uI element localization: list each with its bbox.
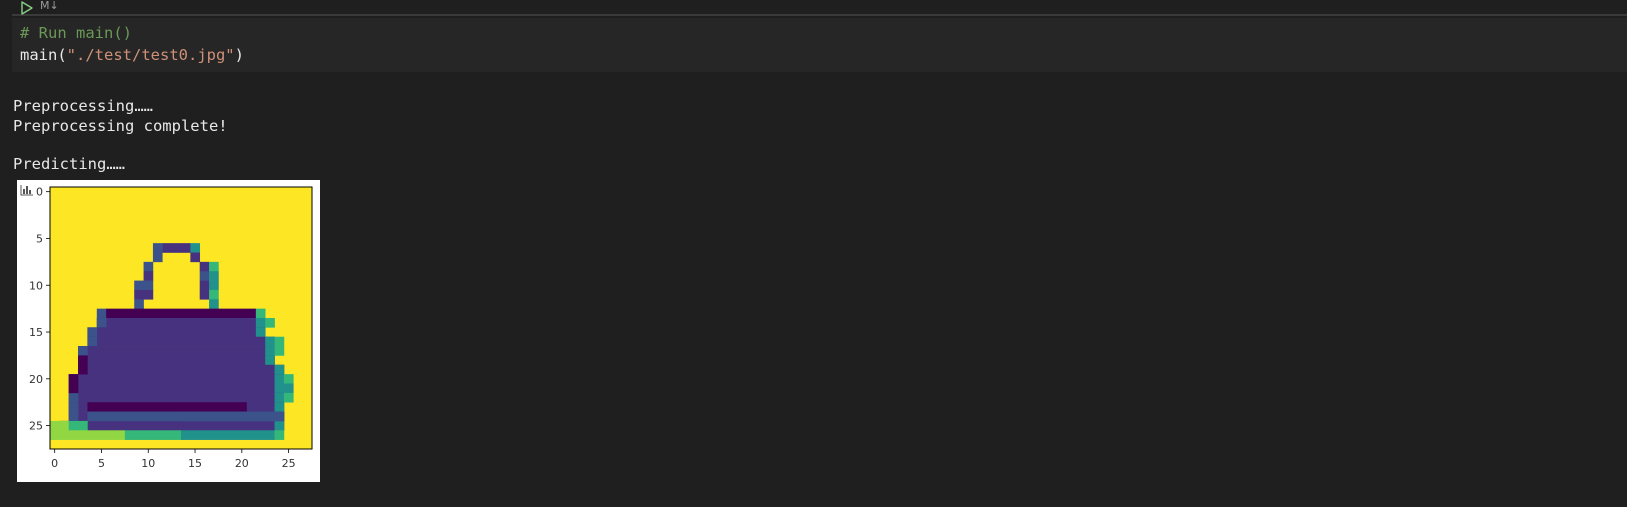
image-pixel bbox=[68, 374, 79, 394]
y-tick-label: 25 bbox=[29, 420, 43, 433]
image-pixel bbox=[255, 308, 266, 319]
y-tick-label: 10 bbox=[29, 279, 43, 292]
image-pixel bbox=[87, 402, 247, 412]
image-pixel bbox=[209, 299, 219, 309]
chart-icon[interactable] bbox=[20, 184, 34, 196]
image-pixel bbox=[199, 280, 210, 291]
run-triangle-icon[interactable] bbox=[20, 0, 34, 15]
image-pixel bbox=[274, 383, 285, 394]
image-pixel bbox=[265, 355, 275, 366]
image-pixel bbox=[87, 336, 98, 347]
image-pixel bbox=[78, 355, 275, 366]
image-pixel bbox=[162, 243, 191, 253]
image-pixel bbox=[134, 280, 154, 291]
image-pixel bbox=[143, 271, 154, 281]
x-tick-label: 20 bbox=[235, 457, 249, 470]
image-pixel bbox=[265, 318, 275, 328]
x-tick-label: 10 bbox=[141, 457, 155, 470]
image-pixel bbox=[87, 336, 275, 347]
image-pixel bbox=[59, 420, 285, 431]
image-pixel bbox=[199, 261, 210, 272]
image-pixel bbox=[78, 364, 285, 375]
notebook-cell: M↓ # Run main() main("./test/test0.jpg")… bbox=[0, 0, 1627, 507]
call-suffix: ) bbox=[234, 46, 244, 64]
image-pixel bbox=[274, 420, 285, 431]
image-pixel bbox=[50, 420, 60, 431]
x-tick-label: 0 bbox=[51, 457, 58, 470]
image-pixel bbox=[199, 271, 210, 281]
image-pixel bbox=[124, 430, 182, 440]
image-pixel bbox=[199, 289, 210, 300]
image-pixel bbox=[87, 327, 98, 338]
image-pixel bbox=[255, 327, 266, 338]
image-pixel bbox=[265, 336, 275, 347]
cell-toolbar: M↓ bbox=[12, 0, 1627, 16]
image-pixel bbox=[68, 374, 285, 384]
image-pixel bbox=[209, 271, 219, 281]
plot-canvas: 0 5 10 15 20 25 0 5 10 15 20 25 bbox=[29, 186, 313, 470]
image-pixel bbox=[134, 299, 144, 309]
image-pixel bbox=[68, 420, 88, 431]
y-tick-label: 5 bbox=[36, 232, 43, 245]
image-pixel bbox=[274, 346, 285, 356]
y-tick-label: 0 bbox=[36, 186, 43, 199]
image-pixel bbox=[274, 402, 285, 412]
code-call: main("./test/test0.jpg") bbox=[20, 44, 244, 66]
image-pixel bbox=[59, 420, 70, 431]
image-pixel bbox=[283, 383, 294, 394]
image-pixel bbox=[68, 411, 79, 422]
image-pixel bbox=[190, 243, 201, 253]
image-pixel bbox=[68, 383, 285, 394]
image-pixel bbox=[274, 392, 285, 403]
code-comment: # Run main() bbox=[20, 24, 132, 42]
image-pixel bbox=[87, 327, 266, 338]
image-pixel bbox=[152, 252, 163, 263]
image-pixels bbox=[50, 187, 312, 449]
image-pixel bbox=[209, 261, 219, 272]
image-pixel bbox=[78, 346, 275, 356]
image-output-plot: 0 5 10 15 20 25 0 5 10 15 20 25 bbox=[17, 180, 320, 482]
image-pixel bbox=[255, 318, 266, 328]
image-pixel bbox=[143, 261, 154, 272]
image-pixel bbox=[181, 411, 285, 422]
image-pixel bbox=[190, 252, 201, 263]
image-pixel bbox=[209, 289, 219, 300]
output-line: Preprocessing…… bbox=[13, 97, 153, 115]
call-argument: "./test/test0.jpg" bbox=[66, 46, 235, 64]
y-tick-label: 15 bbox=[29, 326, 43, 339]
x-tick-label: 25 bbox=[282, 457, 296, 470]
markdown-toggle[interactable]: M↓ bbox=[40, 0, 59, 12]
image-pixel bbox=[106, 308, 257, 319]
y-axis: 0 5 10 15 20 25 bbox=[29, 186, 50, 433]
image-pixel bbox=[78, 346, 88, 356]
x-tick-label: 15 bbox=[188, 457, 202, 470]
y-tick-label: 20 bbox=[29, 373, 43, 386]
image-pixel bbox=[181, 430, 275, 440]
output-line: Predicting…… bbox=[13, 155, 125, 173]
image-pixel bbox=[274, 374, 285, 384]
image-pixel bbox=[96, 318, 266, 328]
call-prefix: main( bbox=[20, 46, 67, 64]
code-editor[interactable]: # Run main() main("./test/test0.jpg") bbox=[12, 18, 1627, 72]
image-pixel bbox=[283, 374, 294, 384]
image-pixel bbox=[50, 430, 70, 440]
output-line: Preprocessing complete! bbox=[13, 117, 228, 135]
image-pixel bbox=[265, 346, 275, 356]
image-pixel bbox=[68, 392, 79, 403]
image-pixel bbox=[68, 392, 285, 403]
image-pixel bbox=[68, 430, 126, 440]
image-pixel bbox=[274, 364, 285, 375]
image-pixel bbox=[283, 392, 294, 403]
image-pixel bbox=[134, 289, 154, 300]
image-pixel bbox=[78, 355, 88, 375]
image-pixel bbox=[274, 430, 285, 440]
image-pixel bbox=[209, 280, 219, 291]
image-pixel bbox=[96, 308, 107, 319]
image-pixel bbox=[152, 243, 163, 253]
image-pixel bbox=[274, 336, 285, 347]
x-tick-label: 5 bbox=[98, 457, 105, 470]
image-pixel bbox=[96, 318, 107, 328]
image-pixel bbox=[68, 402, 79, 412]
x-axis: 0 5 10 15 20 25 bbox=[51, 449, 296, 470]
